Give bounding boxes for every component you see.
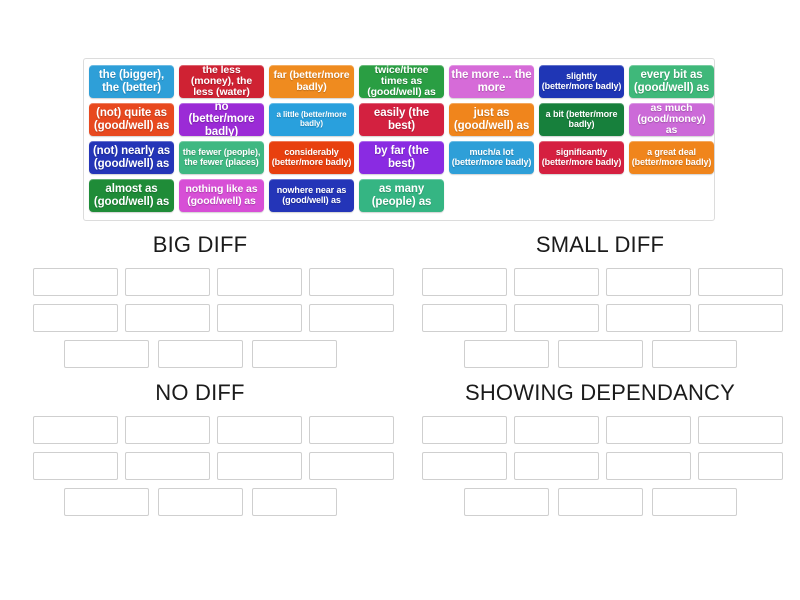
draggable-tile[interactable]: a bit (better/more badly)	[539, 103, 624, 136]
drop-slot[interactable]	[651, 340, 737, 368]
category-group: SMALL DIFF	[400, 228, 800, 376]
drop-slot[interactable]	[557, 488, 643, 516]
draggable-tile[interactable]: a great deal (better/more badly)	[629, 141, 714, 174]
category-group: NO DIFF	[0, 376, 400, 524]
slot-row	[0, 488, 400, 516]
slot-row	[400, 340, 800, 368]
draggable-tile[interactable]: a little (better/more badly)	[269, 103, 354, 136]
draggable-tile[interactable]: no (better/more badly)	[179, 103, 264, 136]
drop-slot[interactable]	[217, 452, 302, 480]
drop-slot[interactable]	[606, 452, 691, 480]
draggable-tile[interactable]: (not) quite as (good/well) as	[89, 103, 174, 136]
drop-slot[interactable]	[251, 340, 337, 368]
slot-row	[400, 304, 800, 332]
category-title: SMALL DIFF	[535, 232, 665, 257]
category-title: BIG DIFF	[152, 232, 248, 257]
drop-slot[interactable]	[217, 268, 302, 296]
draggable-tile[interactable]: just as (good/well) as	[449, 103, 534, 136]
draggable-tile[interactable]: the fewer (people), the fewer (places)	[179, 141, 264, 174]
draggable-tile[interactable]: as much (good/money) as	[629, 103, 714, 136]
drop-slot[interactable]	[514, 268, 599, 296]
draggable-tile[interactable]: the more ... the more	[449, 65, 534, 98]
drop-slot[interactable]	[309, 268, 394, 296]
draggable-tile[interactable]: far (better/more badly)	[269, 65, 354, 98]
draggable-tile[interactable]: nowhere near as (good/well) as	[269, 179, 354, 212]
category-title: SHOWING DEPENDANCY	[464, 380, 736, 405]
drop-slot[interactable]	[33, 416, 118, 444]
drop-slot[interactable]	[422, 416, 507, 444]
draggable-tile[interactable]: nothing like as (good/well) as	[179, 179, 264, 212]
category-board: BIG DIFF SMALL DIFF NO DIFF SHOWING DEPENDA…	[0, 228, 800, 524]
category-row: NO DIFF SHOWING DEPENDANCY	[0, 376, 800, 524]
drop-slot[interactable]	[698, 304, 783, 332]
draggable-tile[interactable]: the (bigger), the (better)	[89, 65, 174, 98]
draggable-tile[interactable]: as many (people) as	[359, 179, 444, 212]
drop-slot[interactable]	[125, 268, 210, 296]
drop-slot[interactable]	[698, 268, 783, 296]
drop-slot[interactable]	[33, 268, 118, 296]
draggable-tile[interactable]: easily (the best)	[359, 103, 444, 136]
drop-slot[interactable]	[651, 488, 737, 516]
word-bank-tray: the (bigger), the (better) the less (mone…	[83, 58, 715, 221]
drop-slot[interactable]	[309, 304, 394, 332]
drop-slot[interactable]	[63, 340, 149, 368]
drop-slot[interactable]	[514, 304, 599, 332]
drop-slot[interactable]	[514, 416, 599, 444]
tile-row: (not) nearly as (good/well) as the fewer …	[89, 141, 714, 174]
drop-slot[interactable]	[698, 452, 783, 480]
draggable-tile[interactable]: (not) nearly as (good/well) as	[89, 141, 174, 174]
drop-slot[interactable]	[33, 452, 118, 480]
draggable-tile[interactable]: the less (money), the less (water)	[179, 65, 264, 98]
drop-slot[interactable]	[157, 340, 243, 368]
drop-slot[interactable]	[309, 416, 394, 444]
drop-slot[interactable]	[125, 416, 210, 444]
drop-slot[interactable]	[63, 488, 149, 516]
slot-row	[400, 488, 800, 516]
drop-slot[interactable]	[422, 452, 507, 480]
drop-slot[interactable]	[422, 304, 507, 332]
drop-slot[interactable]	[422, 268, 507, 296]
draggable-tile[interactable]: by far (the best)	[359, 141, 444, 174]
slot-row	[0, 452, 400, 480]
draggable-tile[interactable]: considerably (better/more badly)	[269, 141, 354, 174]
drop-slot[interactable]	[606, 304, 691, 332]
draggable-tile[interactable]: much/a lot (better/more badly)	[449, 141, 534, 174]
drop-slot[interactable]	[698, 416, 783, 444]
category-group: BIG DIFF	[0, 228, 400, 376]
tile-row: almost as (good/well) as nothing like as …	[89, 179, 714, 212]
drop-slot[interactable]	[606, 416, 691, 444]
drop-slot[interactable]	[514, 452, 599, 480]
slot-row	[0, 340, 400, 368]
drop-slot[interactable]	[557, 340, 643, 368]
drop-slot[interactable]	[33, 304, 118, 332]
drop-slot[interactable]	[157, 488, 243, 516]
category-title: NO DIFF	[155, 380, 245, 405]
drop-slot[interactable]	[309, 452, 394, 480]
category-group: SHOWING DEPENDANCY	[400, 376, 800, 524]
drop-slot[interactable]	[217, 304, 302, 332]
draggable-tile[interactable]: almost as (good/well) as	[89, 179, 174, 212]
tile-row: (not) quite as (good/well) as no (better/…	[89, 103, 714, 136]
slot-row	[400, 416, 800, 444]
draggable-tile[interactable]: slightly (better/more badly)	[539, 65, 624, 98]
draggable-tile[interactable]: every bit as (good/well) as	[629, 65, 714, 98]
drop-slot[interactable]	[463, 340, 549, 368]
category-row: BIG DIFF SMALL DIFF	[0, 228, 800, 376]
drop-slot[interactable]	[251, 488, 337, 516]
slot-row	[0, 304, 400, 332]
draggable-tile[interactable]: twice/three times as (good/well) as	[359, 65, 444, 98]
slot-row	[0, 416, 400, 444]
drop-slot[interactable]	[463, 488, 549, 516]
drop-slot[interactable]	[217, 416, 302, 444]
tile-row: the (bigger), the (better) the less (mone…	[89, 65, 714, 98]
drop-slot[interactable]	[125, 452, 210, 480]
drop-slot[interactable]	[125, 304, 210, 332]
drop-slot[interactable]	[606, 268, 691, 296]
slot-row	[400, 268, 800, 296]
draggable-tile[interactable]: significantly (better/more badly)	[539, 141, 624, 174]
slot-row	[400, 452, 800, 480]
slot-row	[0, 268, 400, 296]
